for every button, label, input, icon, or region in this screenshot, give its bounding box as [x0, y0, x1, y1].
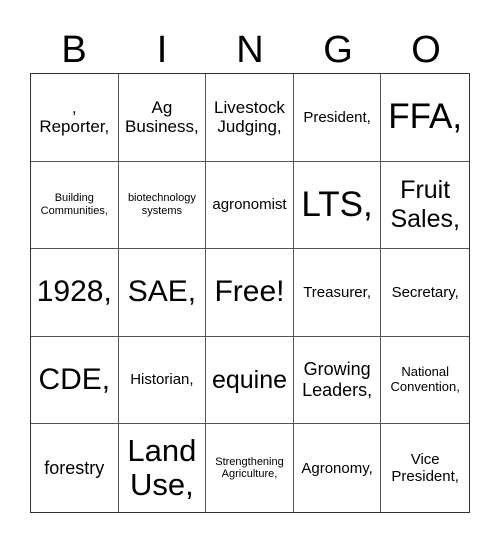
header-letter-b: B — [61, 29, 87, 71]
bingo-cell[interactable]: Vice President, — [381, 424, 469, 512]
bingo-cell[interactable]: Land Use, — [119, 424, 207, 512]
bingo-cell[interactable]: Secretary, — [381, 249, 469, 337]
bingo-cell[interactable]: Historian, — [118, 336, 207, 425]
bingo-cell[interactable]: equine — [206, 336, 294, 425]
bingo-cell[interactable]: SAE, — [118, 249, 207, 337]
bingo-cell[interactable]: Treasurer, — [293, 249, 382, 337]
bingo-cell[interactable]: , Reporter, — [31, 74, 119, 162]
bingo-cell[interactable]: President, — [293, 74, 382, 162]
bingo-cell[interactable]: 1928, — [31, 249, 119, 337]
bingo-cell[interactable]: Livestock Judging, — [206, 74, 294, 162]
header-letter-n: N — [236, 29, 264, 71]
bingo-cell[interactable]: forestry — [31, 424, 119, 512]
bingo-header: B I N G O — [30, 28, 470, 73]
bingo-cell[interactable]: FFA, — [381, 74, 469, 162]
header-letter-i: I — [156, 29, 168, 71]
bingo-cell[interactable]: Building Communities, — [31, 161, 119, 250]
bingo-cell[interactable]: CDE, — [31, 336, 119, 425]
bingo-cell[interactable]: National Convention, — [381, 337, 469, 425]
header-letter-o: O — [411, 29, 441, 71]
bingo-cell[interactable]: Growing Leaders, — [293, 336, 382, 425]
bingo-cell[interactable]: biotechnology systems — [118, 161, 207, 250]
header-letter-g: G — [323, 29, 353, 71]
bingo-cell[interactable]: Ag Business, — [118, 74, 207, 162]
bingo-cell[interactable]: Agronomy, — [294, 424, 382, 512]
bingo-cell[interactable]: Fruit Sales, — [381, 162, 469, 250]
free-space-cell[interactable]: Free! — [206, 249, 294, 337]
bingo-cell[interactable]: LTS, — [293, 161, 382, 250]
bingo-cell[interactable]: Strengthening Agriculture, — [206, 424, 294, 512]
bingo-card: , Reporter, Ag Business, Livestock Judging,… — [30, 73, 470, 513]
bingo-cell[interactable]: agronomist — [206, 161, 294, 250]
